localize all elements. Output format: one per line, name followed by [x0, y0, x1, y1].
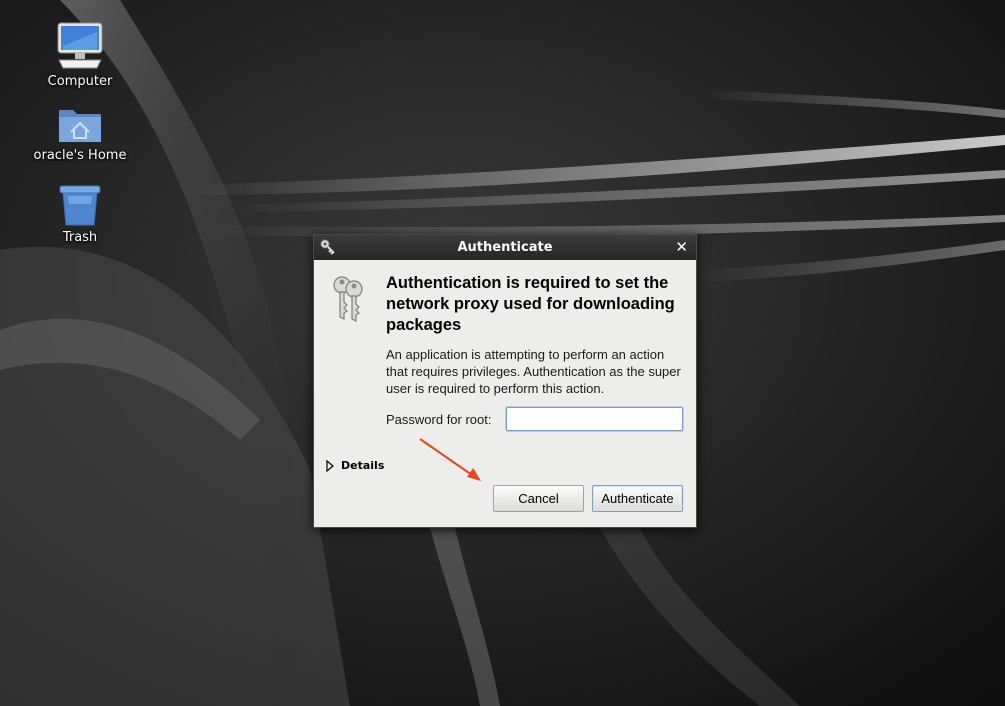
home-folder-icon [59, 110, 101, 142]
authenticate-button-label: Authenticate [601, 491, 674, 506]
dialog-title: Authenticate [457, 240, 553, 255]
desktop-icon-label: oracle's Home [33, 148, 127, 163]
details-expander[interactable]: Details [326, 459, 384, 472]
authenticate-button[interactable]: Authenticate [592, 485, 683, 512]
desktop-icon-label: Computer [47, 74, 113, 89]
dialog-heading: Authentication is required to set the ne… [386, 274, 675, 334]
trash-icon [59, 185, 101, 226]
password-field[interactable] [506, 407, 683, 431]
cancel-button-label: Cancel [518, 491, 559, 506]
desktop-icon-computer[interactable]: Computer [30, 22, 130, 89]
desktop-icon-label: Trash [62, 230, 98, 245]
authenticate-dialog: Authenticate ✕ Authentication is require… [313, 234, 697, 528]
expander-triangle-icon [326, 459, 334, 472]
desktop-icon-trash[interactable]: Trash [30, 184, 130, 245]
dialog-message: An application is attempting to perform … [386, 347, 681, 396]
keys-icon [333, 276, 363, 322]
dialog-titlebar[interactable]: Authenticate ✕ [314, 235, 696, 260]
computer-icon [57, 22, 103, 69]
desktop-icon-home[interactable]: oracle's Home [30, 104, 130, 163]
cancel-button[interactable]: Cancel [493, 485, 584, 512]
close-icon[interactable]: ✕ [675, 238, 688, 256]
password-label: Password for root: [386, 412, 492, 427]
details-label: Details [341, 459, 385, 472]
